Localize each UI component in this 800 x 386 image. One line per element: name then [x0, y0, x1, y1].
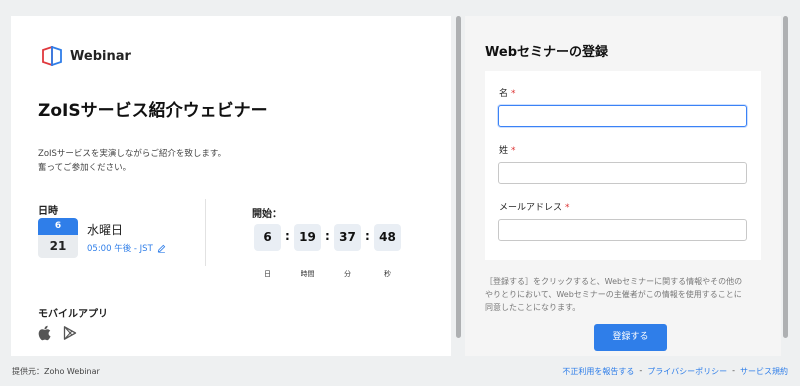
event-panel: Webinar ZoISサービス紹介ウェビナー ZoISサービスを実演しながらご…: [11, 16, 451, 356]
description-line: 奮ってご参加ください。: [38, 163, 132, 173]
registration-panel: Webセミナーの登録 名 * 姓 * メールアドレス * ［登録する］をクリックすると…: [465, 16, 781, 356]
event-weekday: 水曜日: [87, 223, 124, 237]
countdown-unit-seconds: 秒: [384, 270, 391, 278]
footer-links: 不正利用を報告する - プライバシーポリシー - サービス規約: [562, 366, 788, 377]
notice-line: ［登録する］をクリックすると、Webセミナーに関する情報やその他の: [485, 277, 743, 286]
event-time[interactable]: 05:00 午後 - JST: [87, 242, 166, 254]
last-name-field[interactable]: [498, 162, 747, 184]
left-scrollbar[interactable]: [456, 16, 462, 356]
last-name-label: 姓 *: [499, 143, 516, 156]
countdown-days: 6: [254, 224, 281, 251]
countdown-separator: :: [325, 229, 330, 243]
page-scrollbar[interactable]: [783, 16, 788, 338]
footer-separator: -: [732, 366, 735, 375]
provider-credit: 提供元：Zoho Webinar: [12, 367, 100, 376]
countdown-unit-minutes: 分: [344, 270, 351, 278]
countdown-separator: :: [285, 229, 290, 243]
countdown-separator: :: [365, 229, 370, 243]
countdown-hours: 19: [294, 224, 321, 251]
event-title: ZoISサービス紹介ウェビナー: [38, 101, 268, 121]
email-label: メールアドレス *: [499, 200, 570, 213]
form-title: Webセミナーの登録: [485, 45, 608, 60]
notice-line: やりとりにおいて、Webセミナーの主催者がこの情報を使用することに: [485, 290, 742, 299]
countdown-seconds: 48: [374, 224, 401, 251]
brand-name: Webinar: [70, 48, 131, 64]
privacy-policy-link[interactable]: プライバシーポリシー: [647, 366, 727, 377]
consent-notice: ［登録する］をクリックすると、Webセミナーに関する情報やその他の やりとりにお…: [485, 275, 765, 314]
field-label-text: メールアドレス: [499, 203, 563, 213]
first-name-label: 名 *: [499, 86, 516, 99]
countdown-minutes: 37: [334, 224, 361, 251]
register-button[interactable]: 登録する: [594, 324, 667, 351]
divider: [205, 199, 206, 266]
required-marker: *: [565, 203, 570, 213]
google-play-icon[interactable]: [63, 326, 77, 340]
countdown-unit-hours: 時間: [300, 270, 315, 278]
event-time-text: 05:00 午後 - JST: [87, 244, 153, 254]
terms-of-service-link[interactable]: サービス規約: [740, 366, 788, 377]
countdown-unit-days: 日: [264, 270, 271, 278]
first-name-field[interactable]: [498, 105, 747, 127]
start-label: 開始：: [252, 209, 282, 220]
edit-pencil-icon[interactable]: [157, 244, 166, 253]
datetime-label: 日時: [38, 206, 58, 217]
registration-form: 名 * 姓 * メールアドレス *: [485, 71, 761, 260]
report-abuse-link[interactable]: 不正利用を報告する: [562, 366, 634, 377]
brand-logo: Webinar: [41, 46, 131, 66]
mobile-apps-label: モバイルアプリ: [38, 309, 108, 320]
field-label-text: 名: [499, 89, 509, 99]
required-marker: *: [511, 146, 516, 156]
calendar-month: 6: [38, 218, 78, 235]
email-field[interactable]: [498, 219, 747, 241]
description-line: ZoISサービスを実演しながらご紹介を致します。: [38, 149, 227, 159]
page: Webinar ZoISサービス紹介ウェビナー ZoISサービスを実演しながらご…: [11, 16, 781, 356]
apple-icon[interactable]: [38, 325, 52, 341]
notice-line: 同意したことになります。: [485, 303, 581, 312]
required-marker: *: [511, 89, 516, 99]
footer-separator: -: [639, 366, 643, 375]
scroll-thumb[interactable]: [456, 16, 461, 338]
event-description: ZoISサービスを実演しながらご紹介を致します。 奮ってご参加ください。: [38, 147, 418, 175]
calendar-icon: 6 21: [38, 218, 78, 258]
calendar-day: 21: [38, 235, 78, 258]
field-label-text: 姓: [499, 146, 509, 156]
webinar-logo-icon: [42, 46, 62, 66]
